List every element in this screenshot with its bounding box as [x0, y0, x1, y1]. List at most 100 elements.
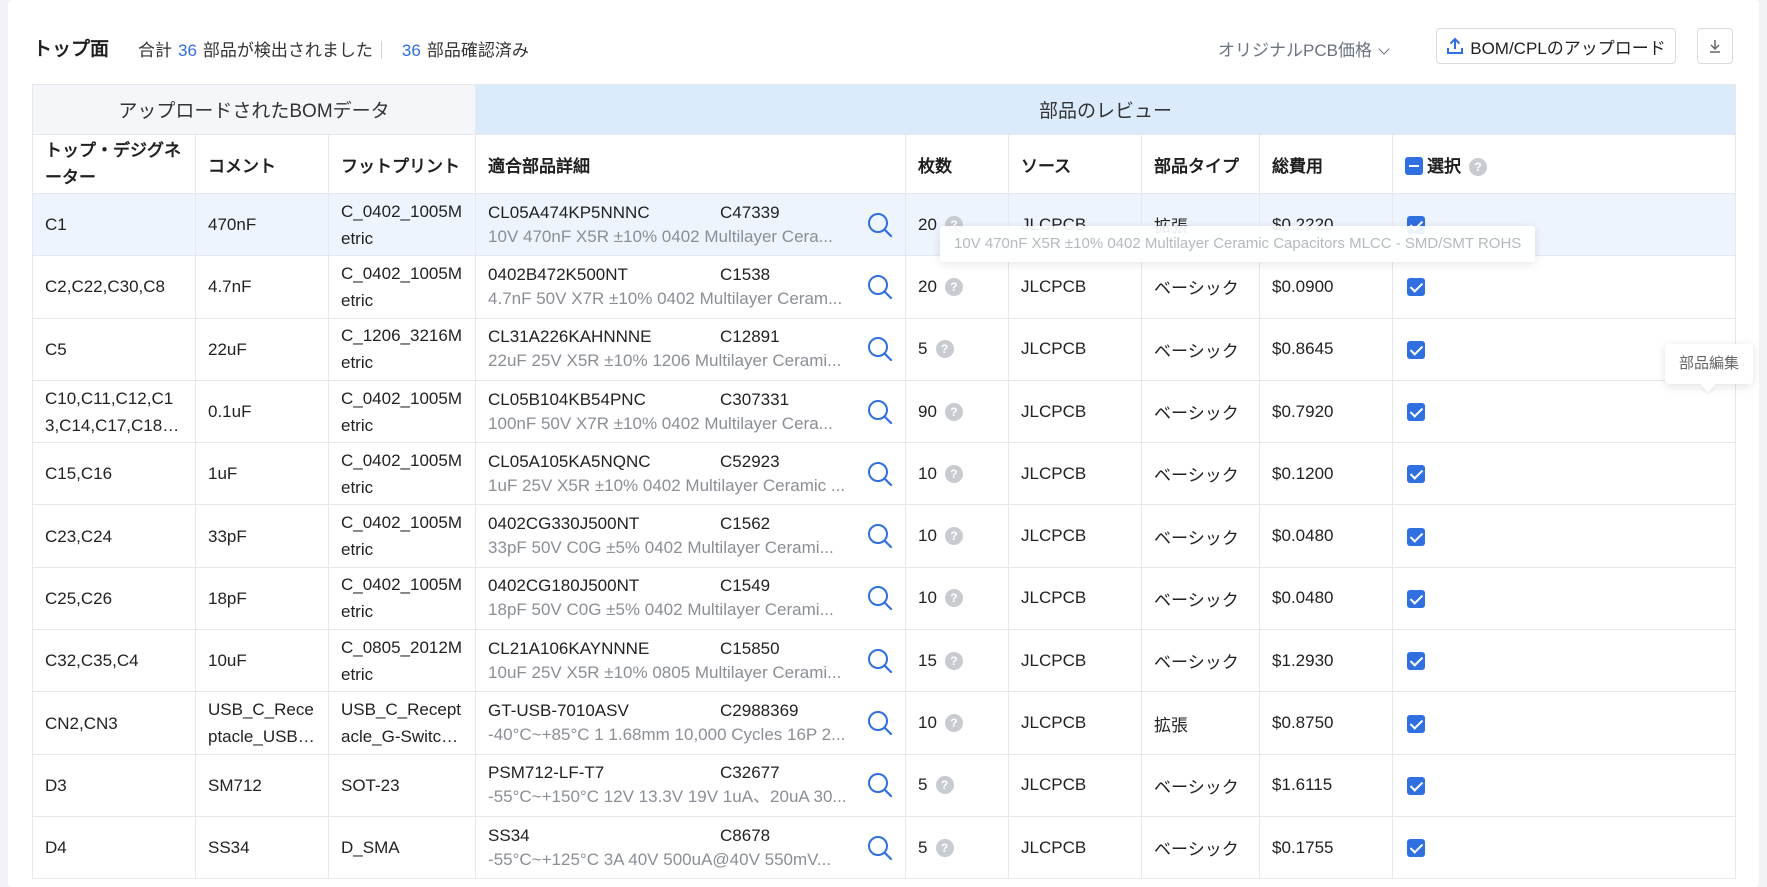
- cell-source: JLCPCB: [1008, 255, 1143, 319]
- table-row[interactable]: D4 SS34 D_SMA SS34 C8678 -55°C~+125°C 3A …: [32, 815, 1737, 880]
- cell-select: [1392, 629, 1737, 693]
- cell-select: [1392, 255, 1737, 319]
- table-row[interactable]: C5 22uF C_1206_3216Metric CL31A226KAHNNN…: [32, 317, 1737, 381]
- row-checkbox[interactable]: [1407, 776, 1426, 795]
- select-all-checkbox[interactable]: [1405, 156, 1424, 175]
- select-label: 選択: [1427, 156, 1462, 176]
- cell-qty: 5?: [905, 815, 1010, 880]
- help-icon[interactable]: ?: [1469, 157, 1488, 176]
- summary-divider: [380, 41, 382, 59]
- cell-footprint: C_0402_1005Metric: [327, 379, 477, 444]
- search-icon[interactable]: [867, 461, 893, 487]
- help-icon[interactable]: ?: [944, 277, 963, 296]
- row-checkbox[interactable]: [1407, 465, 1426, 484]
- search-icon[interactable]: [867, 772, 893, 798]
- mpn: CL05A105KA5NQNC: [488, 451, 651, 471]
- help-icon[interactable]: ?: [944, 527, 963, 546]
- row-checkbox[interactable]: [1407, 278, 1426, 297]
- row-checkbox[interactable]: [1407, 839, 1426, 858]
- cell-cost: $0.7920: [1259, 379, 1394, 444]
- cell-select: [1392, 442, 1737, 506]
- row-checkbox[interactable]: [1407, 589, 1426, 608]
- table-row[interactable]: C25,C26 18pF C_0402_1005Metric 0402CG180…: [32, 566, 1737, 631]
- search-icon[interactable]: [867, 212, 893, 238]
- help-icon[interactable]: ?: [944, 589, 963, 608]
- part-description: 10uF 25V X5R ±10% 0805 Multilayer Cerami…: [488, 662, 842, 682]
- cell-type: ベーシック: [1141, 629, 1261, 693]
- cell-qty: 20?: [905, 255, 1010, 319]
- upload-button-label: BOM/CPLのアップロード: [1470, 38, 1666, 58]
- lcsc-part[interactable]: C2988369: [720, 699, 798, 723]
- mpn: CL05A474KP5NNNC: [488, 202, 650, 222]
- upload-bom-cpl-button[interactable]: BOM/CPLのアップロード: [1436, 28, 1676, 64]
- search-icon[interactable]: [867, 523, 893, 549]
- table-row[interactable]: C32,C35,C4 10uF C_0805_2012Metric CL21A1…: [32, 629, 1737, 693]
- cell-select: [1392, 815, 1737, 880]
- cell-detail: CL21A106KAYNNNE C15850 10uF 25V X5R ±10% …: [475, 629, 907, 693]
- lcsc-part[interactable]: C1538: [720, 263, 770, 287]
- cell-detail: 0402CG330J500NT C1562 33pF 50V C0G ±5% 04…: [475, 504, 907, 568]
- download-icon: [1710, 40, 1720, 53]
- cell-footprint: C_0402_1005Metric: [327, 504, 477, 568]
- search-icon[interactable]: [867, 274, 893, 300]
- row-checkbox[interactable]: [1407, 527, 1426, 546]
- cell-designator: CN2,CN3: [32, 691, 196, 755]
- detected-label: 部品が検出されました: [202, 41, 373, 60]
- detection-summary: 合計 36 部品が検出されました 36 部品確認済み: [138, 36, 529, 61]
- search-icon[interactable]: [867, 648, 893, 674]
- cell-cost: $0.8645: [1259, 317, 1394, 381]
- table-row[interactable]: C10,C11,C12,C13,C14,C17,C18,C20,C... 0.1…: [32, 379, 1737, 444]
- price-dropdown[interactable]: オリジナルPCB価格: [1218, 36, 1390, 61]
- lcsc-part[interactable]: C47339: [720, 201, 780, 225]
- cell-type: ベーシック: [1141, 255, 1261, 319]
- help-icon[interactable]: ?: [935, 838, 954, 857]
- help-icon[interactable]: ?: [935, 776, 954, 795]
- table-row[interactable]: C23,C24 33pF C_0402_1005Metric 0402CG330…: [32, 504, 1737, 568]
- lcsc-part[interactable]: C8678: [720, 824, 770, 848]
- mpn: CL31A226KAHNNNE: [488, 327, 652, 347]
- part-description: 10V 470nF X5R ±10% 0402 Multilayer Cera.…: [488, 226, 833, 246]
- table-row[interactable]: C2,C22,C30,C8 4.7nF C_0402_1005Metric 04…: [32, 255, 1737, 319]
- lcsc-part[interactable]: C15850: [720, 637, 780, 661]
- panel-header: トップ面 合計 36 部品が検出されました 36 部品確認済み オリジナルPCB価格 B…: [8, 0, 1759, 84]
- help-icon[interactable]: ?: [944, 402, 963, 421]
- search-icon[interactable]: [867, 336, 893, 362]
- search-icon[interactable]: [867, 835, 893, 861]
- cell-comment: 4.7nF: [195, 255, 329, 319]
- search-icon[interactable]: [867, 399, 893, 425]
- lcsc-part[interactable]: C1562: [720, 512, 770, 536]
- row-checkbox[interactable]: [1407, 403, 1426, 422]
- cell-detail: 0402CG180J500NT C1549 18pF 50V C0G ±5% 04…: [475, 566, 907, 631]
- row-checkbox[interactable]: [1407, 652, 1426, 671]
- lcsc-part[interactable]: C1549: [720, 574, 770, 598]
- help-icon[interactable]: ?: [944, 714, 963, 733]
- mpn: 0402CG180J500NT: [488, 576, 640, 596]
- lcsc-part[interactable]: C12891: [720, 325, 780, 349]
- lcsc-part[interactable]: C32677: [720, 761, 780, 785]
- table-row[interactable]: D3 SM712 SOT-23 PSM712-LF-T7 C32677 -55°C…: [32, 753, 1737, 817]
- lcsc-part[interactable]: C52923: [720, 450, 780, 474]
- help-icon[interactable]: ?: [944, 651, 963, 670]
- confirmed-count: 36: [401, 41, 421, 60]
- row-checkbox[interactable]: [1407, 714, 1426, 733]
- row-checkbox[interactable]: [1407, 340, 1426, 359]
- cell-footprint: C_0805_2012Metric: [327, 629, 477, 693]
- review-group-header: 部品のレビュー: [475, 84, 1737, 135]
- cell-source: JLCPCB: [1008, 691, 1143, 755]
- part-description: 33pF 50V C0G ±5% 0402 Multilayer Cerami.…: [488, 538, 834, 558]
- table-row[interactable]: CN2,CN3 USB_C_Receptacle_USB2.0_... USB_…: [32, 691, 1737, 755]
- help-icon[interactable]: ?: [944, 464, 963, 483]
- cell-select: [1392, 566, 1737, 631]
- help-icon[interactable]: ?: [935, 340, 954, 359]
- col-source: ソース: [1008, 134, 1143, 194]
- table-row[interactable]: C15,C16 1uF C_0402_1005Metric CL05A105KA…: [32, 442, 1737, 506]
- cell-type: ベーシック: [1141, 317, 1261, 381]
- cell-qty: 10?: [905, 691, 1010, 755]
- lcsc-part[interactable]: C307331: [720, 388, 789, 412]
- cell-designator: D3: [32, 753, 196, 817]
- download-button[interactable]: [1697, 28, 1733, 64]
- search-icon[interactable]: [867, 710, 893, 736]
- confirmed-label: 部品確認済み: [426, 41, 529, 60]
- cell-detail: CL31A226KAHNNNE C12891 22uF 25V X5R ±10% …: [475, 317, 907, 381]
- search-icon[interactable]: [867, 585, 893, 611]
